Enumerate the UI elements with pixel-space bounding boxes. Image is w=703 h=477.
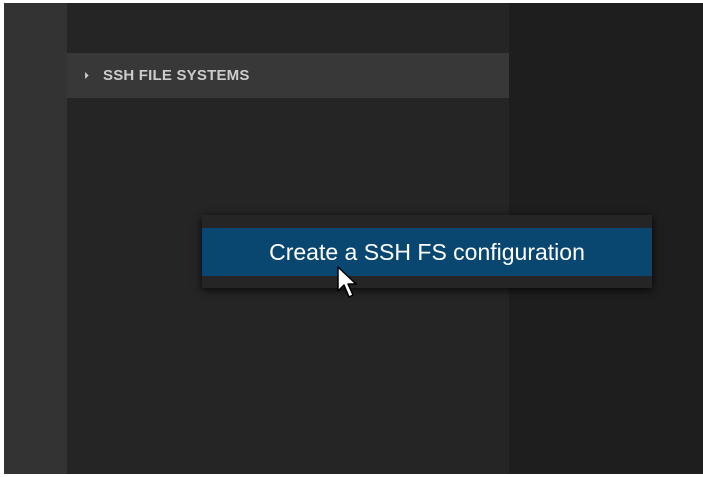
- mouse-pointer-icon: [337, 266, 357, 298]
- expanded-chevron-icon[interactable]: [81, 71, 89, 79]
- activity-bar: [4, 3, 67, 474]
- section-title: SSH FILE SYSTEMS: [103, 67, 250, 84]
- ssh-file-systems-section-header[interactable]: SSH FILE SYSTEMS: [67, 53, 509, 98]
- context-menu: Create a SSH FS configuration: [202, 215, 652, 288]
- menu-item-label: Create a SSH FS configuration: [269, 238, 585, 265]
- create-ssh-fs-configuration-menu-item[interactable]: Create a SSH FS configuration: [202, 228, 652, 276]
